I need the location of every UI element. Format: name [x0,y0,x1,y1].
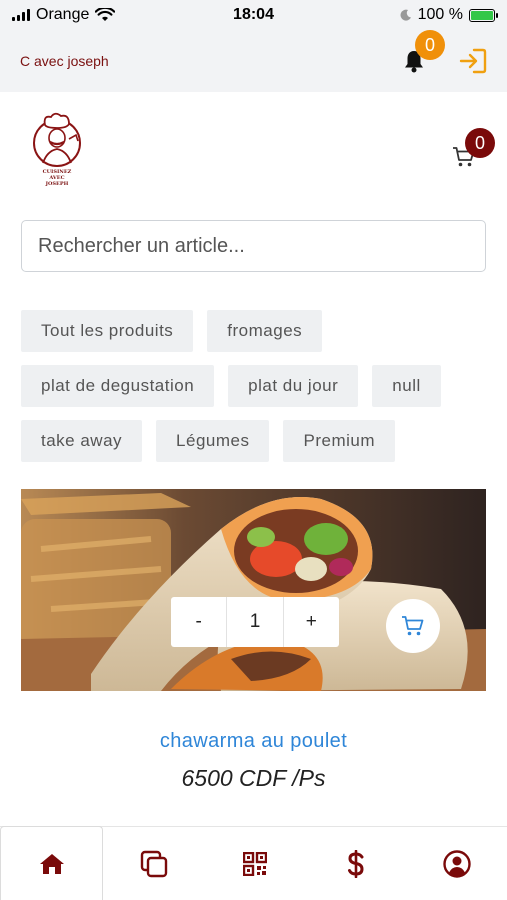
cart-badge: 0 [465,128,495,158]
category-chip-take-away[interactable]: take away [21,420,143,462]
search-input[interactable] [38,234,469,258]
status-bar: Orange 18:04 100 % [0,0,507,30]
notification-badge: 0 [415,30,445,60]
dollar-icon [347,849,364,878]
carrier-label: Orange [36,6,90,23]
moon-icon [400,9,411,21]
search-box [21,220,486,272]
status-left: Orange [12,6,116,24]
category-list: Tout les produits fromages plat de degus… [21,310,486,462]
cart-icon [402,616,424,636]
user-circle-icon [442,849,471,878]
add-to-cart-button[interactable] [386,599,440,653]
quantity-stepper: - 1 + [171,597,339,647]
product-name[interactable]: chawarma au poulet [0,730,507,753]
quantity-value[interactable]: 1 [226,597,284,647]
qr-code-icon [242,851,267,876]
cart-button[interactable]: 0 [449,128,495,172]
nav-qr[interactable] [204,827,305,900]
bottom-nav [0,826,507,900]
logo-text: CUISINEZ AVEC JOSEPH [42,169,72,187]
category-chip-plat-du-jour[interactable]: plat du jour [228,365,359,407]
battery-icon [469,8,498,22]
category-chip-null[interactable]: null [372,365,441,407]
notifications-button[interactable]: 0 [399,30,445,76]
brand-logo[interactable]: CUISINEZ AVEC JOSEPH [28,111,86,193]
battery-percent: 100 % [417,6,463,23]
header-actions: 0 [399,30,487,76]
product-price: 6500 CDF /Ps [181,765,326,791]
nav-home[interactable] [0,826,103,900]
copy-icon [140,850,167,877]
status-right: 100 % [400,6,498,24]
product-image[interactable]: - 1 + [21,489,486,691]
category-chip-legumes[interactable]: Légumes [156,420,270,462]
wifi-icon [95,8,116,21]
chef-logo-icon [33,112,81,167]
home-icon [39,853,64,874]
category-chip-fromages[interactable]: fromages [207,310,323,352]
logo-row: CUISINEZ AVEC JOSEPH 0 [0,92,507,212]
nav-profile[interactable] [406,827,507,900]
category-chip-degustation[interactable]: plat de degustation [21,365,215,407]
clock: 18:04 [233,6,274,23]
decrease-quantity-button[interactable]: - [171,597,226,647]
app-header: C avec joseph 0 [0,30,507,92]
nav-payments[interactable] [305,827,406,900]
signal-icon [12,9,30,21]
category-chip-premium[interactable]: Premium [283,420,395,462]
login-icon[interactable] [459,48,487,74]
nav-orders[interactable] [103,827,204,900]
brand-title: C avec joseph [20,53,109,69]
increase-quantity-button[interactable]: + [284,597,339,647]
category-chip-all[interactable]: Tout les produits [21,310,194,352]
wrap-photo [21,489,486,691]
battery-level [471,10,493,20]
